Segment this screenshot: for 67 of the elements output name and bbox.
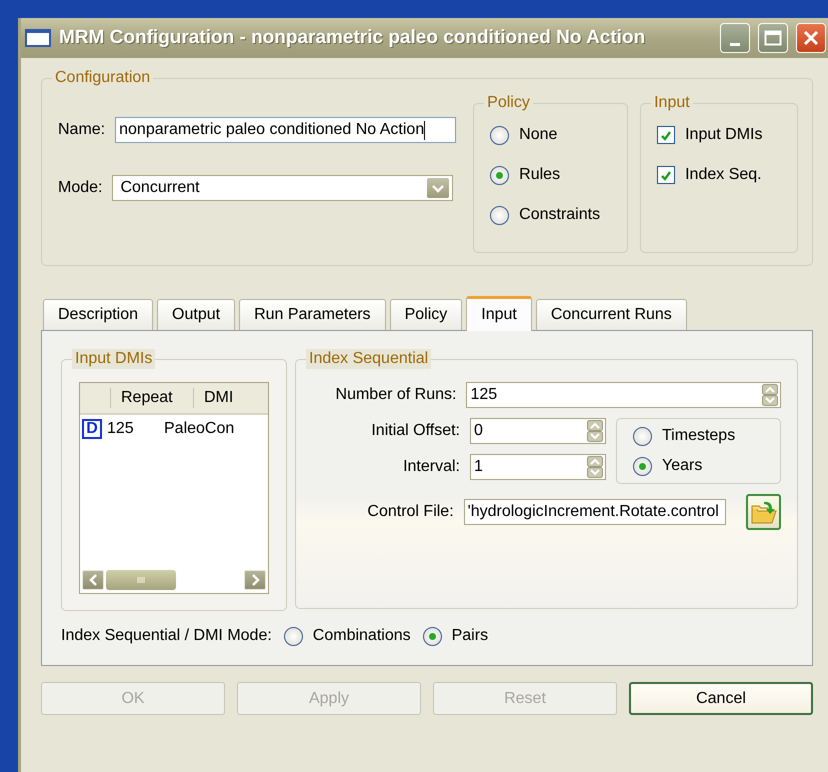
- tab[interactable]: Concurrent Runs: [536, 299, 687, 330]
- group-title: Input: [651, 93, 693, 113]
- file-path-field[interactable]: 'hydrologicIncrement.Rotate.control: [464, 499, 726, 525]
- browse-button[interactable]: [746, 494, 781, 530]
- radio-button[interactable]: [490, 166, 510, 184]
- spin-field[interactable]: 125: [466, 382, 781, 408]
- spin-field[interactable]: 0: [470, 418, 606, 444]
- field-label: Index Sequential / DMI Mode:: [61, 627, 272, 645]
- group-title: Input DMIs: [72, 349, 156, 369]
- radio-label: Years: [662, 457, 702, 475]
- dialog-button[interactable]: Cancel: [629, 682, 813, 715]
- radio-button[interactable]: [490, 126, 510, 144]
- radio-button[interactable]: [633, 456, 652, 476]
- checkmark-icon: [660, 170, 672, 180]
- spinner-icon: [587, 456, 603, 478]
- radio-button[interactable]: [633, 426, 652, 446]
- field-label: Number of Runs:: [334, 386, 456, 404]
- window-title: MRM Configuration - nonparametric paleo conditioned No Action: [59, 27, 646, 49]
- radio-label: Combinations: [312, 627, 411, 645]
- radio-label: Constraints: [519, 206, 600, 224]
- radio-label: Pairs: [452, 627, 488, 645]
- radio-label: Timesteps: [662, 427, 736, 445]
- checkbox[interactable]: [657, 166, 676, 184]
- radio-button[interactable]: [284, 626, 303, 646]
- name-field[interactable]: nonparametric paleo conditioned No Action: [115, 117, 456, 143]
- radio-button[interactable]: [422, 626, 442, 646]
- minimize-icon: [730, 42, 740, 46]
- tab[interactable]: Description: [43, 299, 154, 330]
- field-label: Name:: [58, 121, 106, 139]
- spinner-icon: [762, 384, 778, 406]
- scrollbar-thumb[interactable]: [106, 570, 176, 590]
- checkmark-icon: [660, 130, 672, 140]
- field-label: Initial Offset:: [370, 422, 460, 440]
- scroll-right-icon[interactable]: [244, 570, 266, 590]
- open-folder-icon: [750, 499, 778, 525]
- spinner-icon: [587, 420, 603, 442]
- group-title: Index Sequential: [306, 349, 432, 369]
- scroll-left-icon[interactable]: [82, 570, 104, 590]
- field-label: Mode:: [58, 179, 102, 197]
- field-label: Control File:: [366, 503, 454, 521]
- checkbox-label: Index Seq.: [685, 166, 762, 184]
- table-cell-text: 125: [107, 420, 135, 438]
- dropdown-icon: [427, 178, 450, 198]
- window-icon: [25, 29, 51, 47]
- group-title: Policy: [484, 93, 533, 113]
- maximize-button[interactable]: [758, 23, 788, 53]
- checkbox-label: Input DMIs: [685, 126, 762, 144]
- flag-badge: D: [82, 419, 102, 439]
- tab[interactable]: Run Parameters: [239, 299, 386, 330]
- tab[interactable]: Output: [157, 299, 236, 330]
- column-header[interactable]: DMI: [193, 388, 234, 408]
- radio-label: None: [519, 126, 558, 144]
- spin-field[interactable]: 1: [470, 454, 606, 480]
- checkbox[interactable]: [657, 126, 676, 144]
- mode-dropdown[interactable]: Concurrent: [112, 175, 454, 201]
- field-label: Interval:: [402, 458, 460, 476]
- tab[interactable]: Policy: [390, 299, 462, 330]
- radio-button[interactable]: [490, 206, 510, 224]
- maximize-icon: [764, 30, 782, 46]
- close-button[interactable]: [796, 23, 826, 53]
- group-title: Configuration: [52, 68, 154, 88]
- radio-label: Rules: [519, 166, 560, 184]
- close-icon: [803, 30, 819, 46]
- minimize-button[interactable]: [720, 23, 750, 53]
- tab[interactable]: Input: [466, 296, 532, 331]
- table-cell: PaleoCon: [164, 420, 234, 438]
- column-header[interactable]: Repeat: [110, 388, 193, 408]
